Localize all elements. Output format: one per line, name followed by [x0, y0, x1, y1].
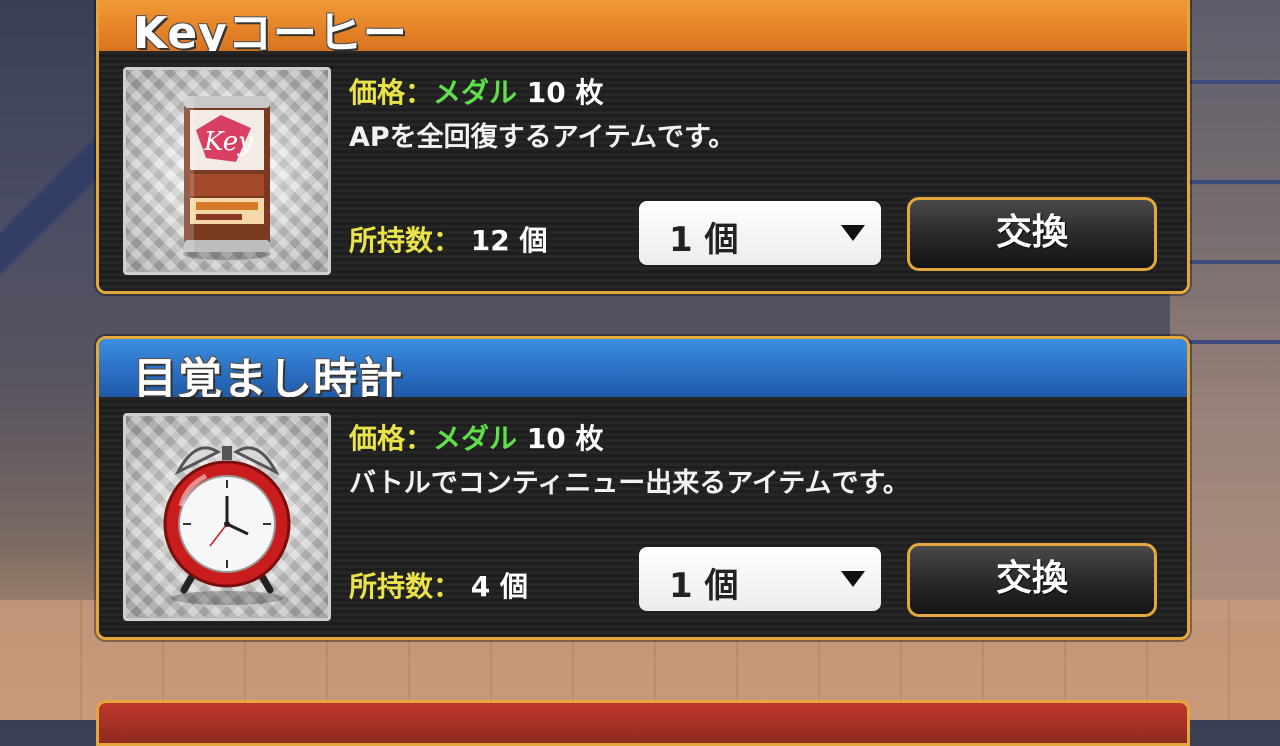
- exchange-button[interactable]: 交換: [907, 197, 1157, 271]
- item-description: APを全回復するアイテムです。: [349, 122, 736, 153]
- dropdown-arrow-icon: [841, 225, 865, 241]
- quantity-select[interactable]: 1 個: [639, 547, 881, 611]
- item-description: バトルでコンティニュー出来るアイテムです。: [349, 468, 910, 499]
- owned-label: 所持数: [349, 570, 434, 603]
- price-value: 10 枚: [526, 422, 604, 455]
- quantity-value: 1 個: [669, 220, 739, 260]
- item-owned-count: 所持数： 12 個: [349, 219, 548, 259]
- svg-text:Key: Key: [203, 127, 253, 157]
- dropdown-arrow-icon: [841, 571, 865, 587]
- price-currency: メダル: [433, 76, 518, 109]
- item-header: 目覚まし時計: [99, 339, 1187, 405]
- price-separator: ：: [405, 76, 434, 109]
- owned-separator: ：: [433, 570, 462, 603]
- price-label: 価格: [349, 422, 406, 455]
- quantity-value: 1 個: [669, 566, 739, 606]
- item-price: 価格：メダル 10 枚: [349, 417, 604, 457]
- quantity-select[interactable]: 1 個: [639, 201, 881, 265]
- shop-item-card-coffee: Keyコーヒー Key 価格：メダル 10 枚 APを全回復するアイテムです。 …: [96, 0, 1190, 294]
- price-separator: ：: [405, 422, 434, 455]
- item-thumbnail: [123, 413, 331, 621]
- owned-value: 4 個: [470, 570, 529, 603]
- item-price: 価格：メダル 10 枚: [349, 71, 604, 111]
- owned-separator: ：: [433, 224, 462, 257]
- price-label: 価格: [349, 76, 406, 109]
- item-body: Key 価格：メダル 10 枚 APを全回復するアイテムです。 所持数： 12 …: [99, 51, 1187, 291]
- item-body: 価格：メダル 10 枚 バトルでコンティニュー出来るアイテムです。 所持数： 4…: [99, 397, 1187, 637]
- alarm-clock-icon: [163, 446, 291, 605]
- owned-label: 所持数: [349, 224, 434, 257]
- coffee-can-icon: Key: [183, 96, 271, 260]
- item-header: Keyコーヒー: [99, 0, 1187, 59]
- price-currency: メダル: [433, 422, 518, 455]
- item-owned-count: 所持数： 4 個: [349, 565, 528, 605]
- owned-value: 12 個: [470, 224, 548, 257]
- item-thumbnail: Key: [123, 67, 331, 275]
- shop-item-card-alarm-clock: 目覚まし時計 価格：メダル 10 枚 バトルでコンティニュー出来るアイテムです。…: [96, 336, 1190, 640]
- shop-item-card-next: [96, 700, 1190, 746]
- price-value: 10 枚: [526, 76, 604, 109]
- exchange-button[interactable]: 交換: [907, 543, 1157, 617]
